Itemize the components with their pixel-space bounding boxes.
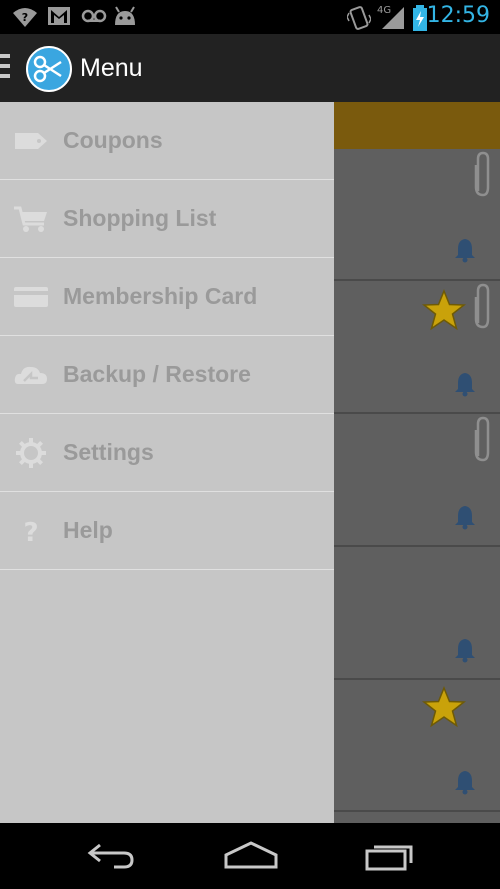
drawer-item-label: Settings — [63, 439, 154, 465]
gear-icon — [16, 438, 46, 468]
vibrate-icon — [347, 6, 371, 30]
action-bar-title: Menu — [80, 54, 143, 82]
clock: 12:59 — [426, 3, 490, 28]
bell-icon — [455, 239, 475, 263]
drawer-item-label: Shopping List — [63, 205, 217, 231]
drawer-item-help[interactable]: ? Help — [0, 492, 334, 570]
star-icon — [422, 289, 466, 331]
drawer-item-settings[interactable]: Settings — [0, 414, 334, 492]
scissors-icon — [33, 55, 62, 83]
card-icon — [14, 287, 48, 307]
drawer-item-coupons[interactable]: Coupons — [0, 102, 334, 180]
list-item[interactable] — [334, 281, 500, 414]
drawer-item-label: Membership Card — [63, 283, 258, 309]
svg-text:?: ? — [22, 11, 28, 24]
list-item[interactable] — [334, 149, 500, 281]
drawer-item-label: Backup / Restore — [63, 361, 251, 387]
drawer-item-backup-restore[interactable]: Backup / Restore — [0, 336, 334, 414]
back-icon[interactable] — [86, 839, 136, 873]
drawer-item-label: Coupons — [63, 127, 163, 153]
bell-icon — [455, 639, 475, 663]
drawer-item-label: Help — [63, 517, 113, 543]
system-nav-bar — [0, 823, 500, 889]
android-icon — [115, 6, 135, 25]
signal-icon — [382, 7, 404, 29]
app-logo[interactable] — [26, 46, 72, 92]
list-item[interactable] — [334, 680, 500, 812]
wifi-question-icon: ? — [13, 8, 37, 27]
tag-icon — [15, 133, 47, 149]
navigation-drawer: Coupons Shopping List Membership Card Ba… — [0, 102, 334, 823]
svg-text:?: ? — [23, 518, 38, 546]
bell-icon — [455, 373, 475, 397]
paperclip-icon — [474, 151, 490, 197]
list-item[interactable] — [334, 547, 500, 680]
coupon-list — [334, 102, 500, 823]
home-icon[interactable] — [224, 839, 278, 873]
action-bar: Menu — [0, 34, 500, 102]
question-icon: ? — [23, 518, 38, 546]
list-item[interactable] — [334, 414, 500, 547]
recent-apps-icon[interactable] — [364, 839, 416, 873]
bell-icon — [455, 506, 475, 530]
drawer-item-membership-card[interactable]: Membership Card — [0, 258, 334, 336]
drawer-toggle-icon[interactable] — [0, 54, 10, 84]
gmail-icon — [48, 7, 70, 25]
list-header-strip — [334, 102, 500, 149]
voicemail-icon — [81, 9, 107, 23]
star-icon — [422, 686, 466, 728]
cart-icon — [14, 206, 47, 232]
paperclip-icon — [474, 416, 490, 462]
cloud-sync-icon — [14, 366, 48, 384]
bell-icon — [455, 771, 475, 795]
status-bar: ? 4G 12:59 — [0, 0, 500, 34]
paperclip-icon — [474, 283, 490, 329]
drawer-item-shopping-list[interactable]: Shopping List — [0, 180, 334, 258]
